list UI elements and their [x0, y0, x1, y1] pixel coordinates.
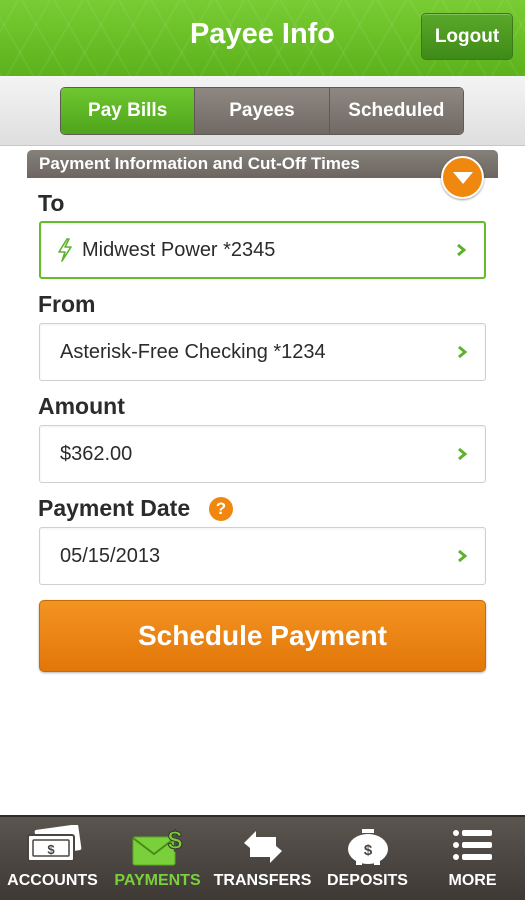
to-value: Midwest Power *2345: [82, 238, 276, 261]
payment-date-field[interactable]: 05/15/2013: [39, 527, 486, 585]
nav-transfers-label: TRANSFERS: [213, 872, 312, 889]
transfer-arrows-icon: [238, 825, 288, 872]
lightning-icon: [57, 238, 73, 262]
from-value: Asterisk-Free Checking *1234: [60, 340, 326, 363]
nav-deposits-label: DEPOSITS: [327, 872, 408, 889]
schedule-payment-button[interactable]: Schedule Payment: [39, 600, 486, 672]
nav-more-label: MORE: [448, 872, 497, 889]
svg-text:$: $: [363, 842, 372, 859]
chevron-right-icon: [457, 447, 467, 461]
tab-pay-bills[interactable]: Pay Bills: [61, 88, 195, 134]
amount-label: Amount: [38, 393, 125, 419]
chevron-right-icon: [456, 243, 466, 257]
from-field[interactable]: Asterisk-Free Checking *1234: [39, 323, 486, 381]
cash-icon: $: [22, 824, 84, 870]
tab-payees[interactable]: Payees: [194, 88, 329, 134]
svg-text:$: $: [47, 842, 55, 857]
tabs-bar: Pay Bills Payees Scheduled: [0, 76, 525, 146]
payment-date-label: Payment Date: [38, 495, 191, 521]
from-label: From: [38, 291, 96, 317]
envelope-dollar-icon: $: [127, 825, 189, 874]
bottom-nav: $ ACCOUNTS $ PAYMENTS TRANSFERS $ DEPOSI…: [0, 815, 525, 900]
header-bar: Payee Info Logout: [0, 0, 525, 76]
nav-payments-label: PAYMENTS: [114, 872, 201, 889]
menu-list-icon: [450, 825, 496, 870]
nav-deposits[interactable]: $ DEPOSITS: [315, 817, 420, 900]
segmented-tabs: Pay Bills Payees Scheduled: [60, 87, 464, 135]
payment-info-strip[interactable]: Payment Information and Cut-Off Times: [27, 150, 498, 178]
payment-date-value: 05/15/2013: [60, 544, 161, 567]
nav-more[interactable]: MORE: [420, 817, 525, 900]
chevron-right-icon: [457, 345, 467, 359]
nav-accounts-label: ACCOUNTS: [7, 872, 98, 889]
chevron-down-icon: [452, 171, 473, 184]
expand-info-button[interactable]: [441, 156, 484, 199]
tab-scheduled[interactable]: Scheduled: [328, 88, 463, 134]
nav-transfers[interactable]: TRANSFERS: [210, 817, 315, 900]
to-label: To: [38, 190, 65, 216]
chevron-right-icon: [457, 549, 467, 563]
amount-value: $362.00: [60, 442, 133, 465]
nav-payments[interactable]: $ PAYMENTS: [105, 817, 210, 900]
to-field[interactable]: Midwest Power *2345: [39, 221, 486, 279]
logout-button[interactable]: Logout: [421, 13, 513, 60]
nav-accounts[interactable]: $ ACCOUNTS: [0, 817, 105, 900]
amount-field[interactable]: $362.00: [39, 425, 486, 483]
svg-text:$: $: [167, 825, 182, 855]
piggy-bank-icon: $: [342, 825, 394, 872]
help-icon[interactable]: ?: [209, 497, 233, 521]
